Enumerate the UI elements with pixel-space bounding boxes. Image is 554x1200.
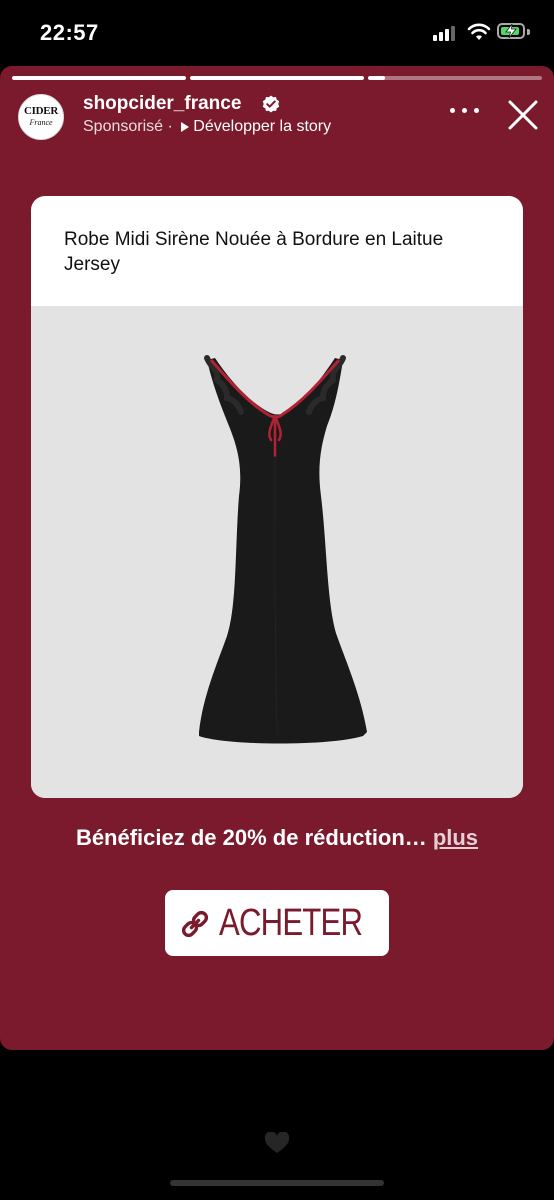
more-options-button[interactable]: [448, 100, 482, 120]
promo-more-link[interactable]: plus: [433, 825, 478, 850]
cellular-signal-icon: [433, 25, 461, 41]
expand-story-link[interactable]: Développer la story: [193, 118, 331, 135]
separator-dot: ·: [167, 118, 173, 135]
charging-bolt-icon: [505, 24, 517, 38]
buy-button[interactable]: ACHETER: [165, 890, 389, 956]
battery-tip: [527, 29, 530, 35]
heart-icon: [264, 1132, 290, 1153]
sponsored-label: Sponsorisé: [83, 118, 164, 135]
product-title: Robe Midi Sirène Nouée à Bordure en Lait…: [64, 229, 444, 275]
status-time: 22:57: [40, 20, 99, 45]
story-progress-fill: [190, 76, 364, 80]
account-username[interactable]: shopcider_france: [83, 93, 241, 115]
avatar[interactable]: CIDER France: [18, 94, 64, 140]
status-bar: 22:57: [0, 0, 554, 66]
story-progress-fill: [368, 76, 386, 80]
story-progress-2: [190, 76, 364, 80]
promo-text: Bénéficiez de 20% de réduction…: [75, 825, 427, 850]
product-card[interactable]: Robe Midi Sirène Nouée à Bordure en Lait…: [31, 196, 523, 798]
avatar-logo-subtext: France: [29, 118, 53, 127]
buy-button-label: ACHETER: [219, 902, 363, 944]
product-image[interactable]: [31, 306, 523, 798]
play-triangle-icon: [181, 121, 190, 132]
promo-text-line: Bénéficiez de 20% de réduction… plus: [0, 825, 554, 851]
home-indicator[interactable]: [170, 1180, 384, 1186]
link-icon: [181, 910, 209, 938]
close-icon[interactable]: [506, 98, 540, 132]
story-progress-1: [12, 76, 186, 80]
story-progress-3: [368, 76, 542, 80]
avatar-logo-text: CIDER: [24, 105, 58, 117]
wifi-icon: [467, 23, 491, 40]
story-progress-fill: [12, 76, 186, 80]
story-ad[interactable]: CIDER France shopcider_france Sponsorisé…: [0, 66, 554, 1050]
black-mermaid-dress-image: [199, 355, 367, 744]
verified-badge-icon: [262, 95, 280, 113]
sponsored-line: Sponsorisé · Développer la story: [83, 118, 331, 136]
phone-screen: 22:57 CIDER France shopcider_france Spon…: [0, 0, 554, 1200]
